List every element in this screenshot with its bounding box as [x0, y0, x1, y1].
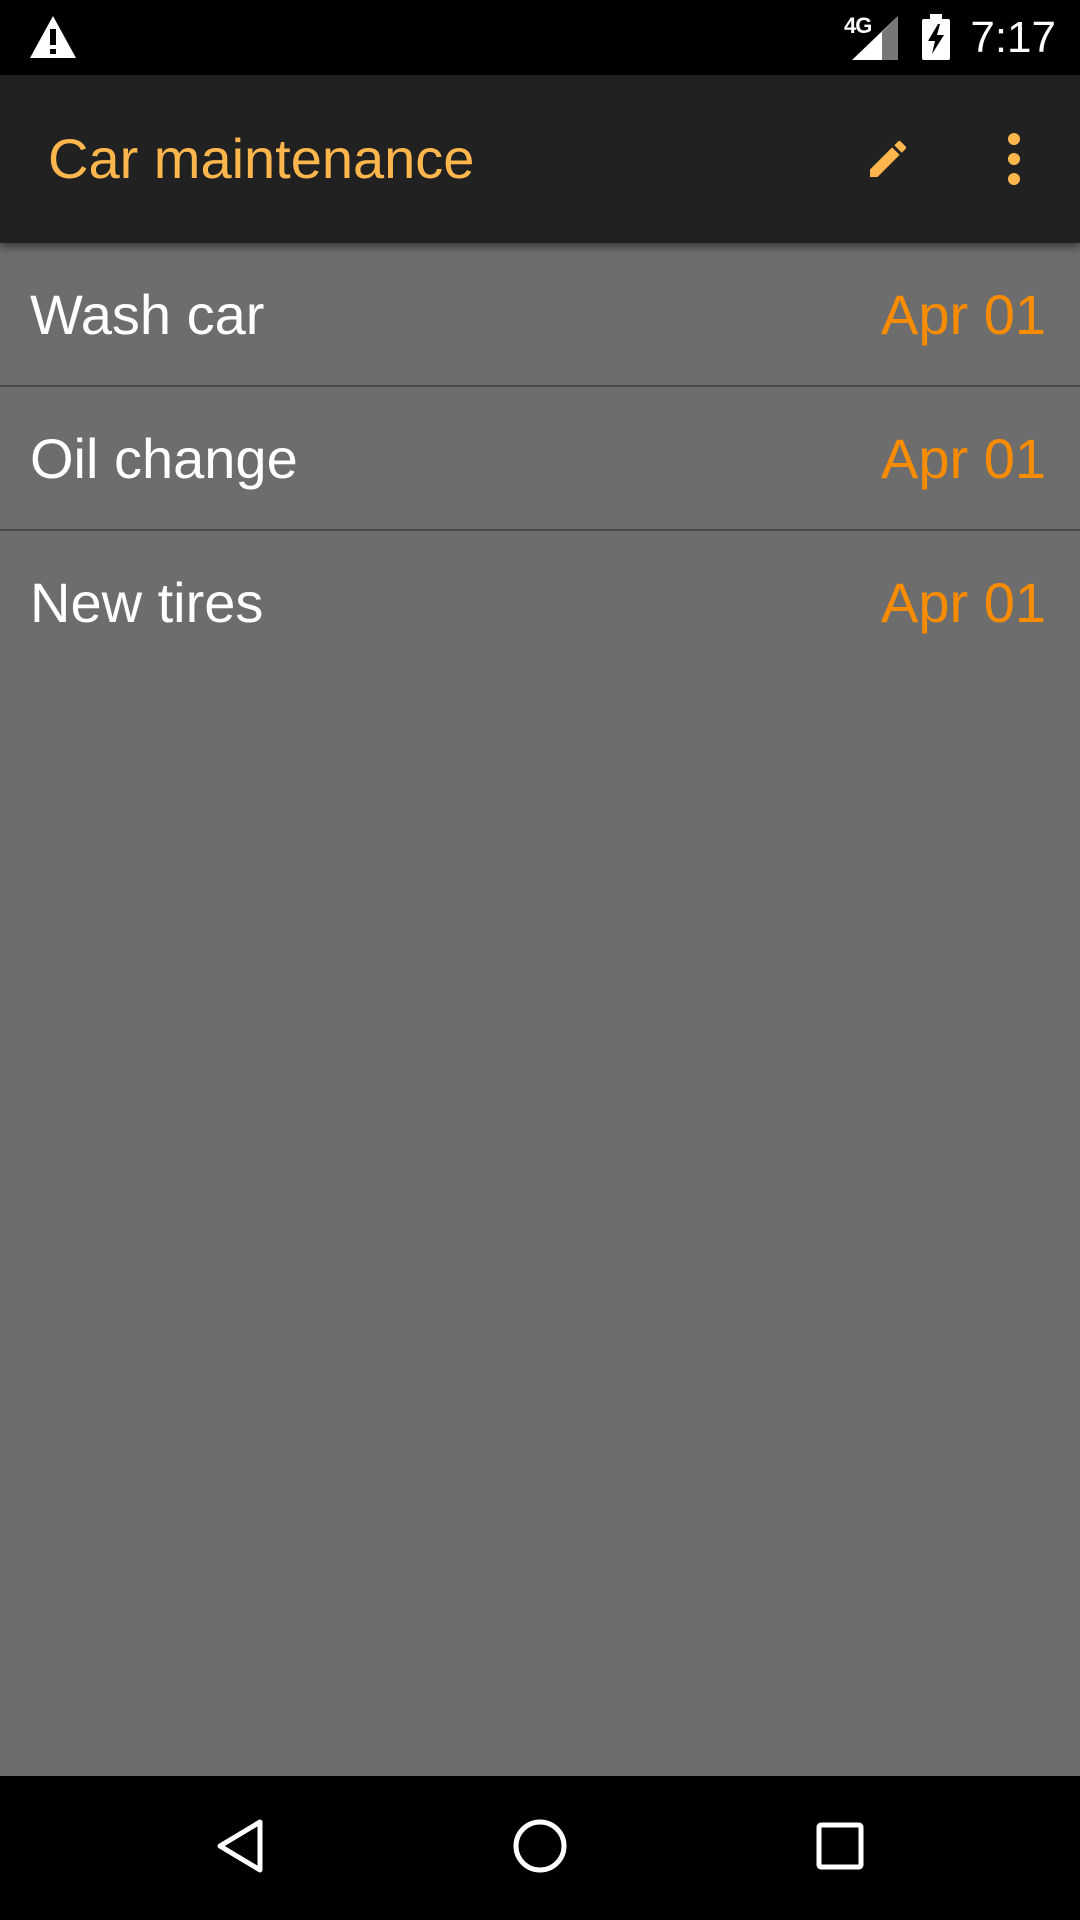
more-vert-icon: [1004, 132, 1024, 190]
recents-icon: [810, 1816, 870, 1881]
back-icon: [210, 1816, 270, 1881]
item-date: Apr 01: [881, 283, 1046, 346]
app-bar: Car maintenance: [0, 75, 1080, 243]
edit-icon: [864, 135, 912, 188]
warning-icon: [28, 14, 78, 60]
battery-charging-icon: [920, 14, 952, 60]
list-item[interactable]: Oil change Apr 01: [0, 387, 1080, 531]
list-item[interactable]: Wash car Apr 01: [0, 243, 1080, 387]
status-clock: 7:17: [970, 13, 1056, 62]
item-title: Wash car: [30, 283, 265, 346]
maintenance-list: Wash car Apr 01 Oil change Apr 01 New ti…: [0, 243, 1080, 673]
screen: 4G 7:17 Car maintenance Wash car Apr 01 …: [0, 0, 1080, 1920]
back-button[interactable]: [190, 1798, 290, 1898]
recents-button[interactable]: [790, 1798, 890, 1898]
status-bar: 4G 7:17: [0, 0, 1080, 75]
home-button[interactable]: [490, 1798, 590, 1898]
more-options-button[interactable]: [978, 125, 1050, 197]
item-title: New tires: [30, 571, 264, 634]
edit-button[interactable]: [852, 125, 924, 197]
signal-icon: [852, 16, 898, 60]
list-item[interactable]: New tires Apr 01: [0, 531, 1080, 673]
item-date: Apr 01: [881, 427, 1046, 490]
home-icon: [510, 1816, 570, 1881]
item-date: Apr 01: [881, 571, 1046, 634]
app-title: Car maintenance: [48, 127, 475, 190]
navigation-bar: [0, 1776, 1080, 1920]
item-title: Oil change: [30, 427, 298, 490]
